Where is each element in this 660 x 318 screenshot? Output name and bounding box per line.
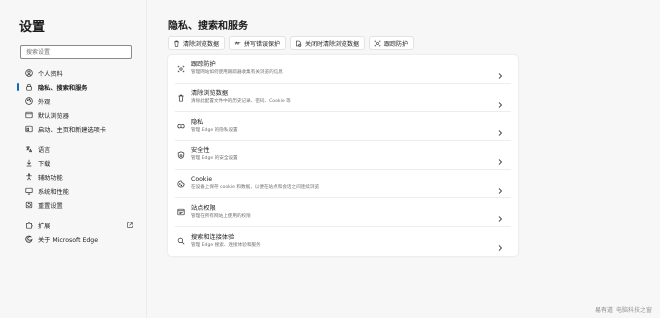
row-title: 清除浏览数据: [191, 90, 229, 98]
clear-on-close-chip[interactable]: 关闭时清除浏览数据: [290, 36, 366, 50]
row-title: 安全性: [191, 147, 210, 155]
sidebar-item-about[interactable]: 关于 Microsoft Edge: [20, 232, 130, 246]
sidebar-item-label: 外观: [38, 98, 51, 106]
row-title: 站点权限: [191, 204, 216, 212]
sidebar-item-reset[interactable]: 重置设置: [20, 198, 130, 212]
typo-protection-chip[interactable]: 拼写错误保护: [229, 36, 287, 50]
edge-icon: [25, 235, 33, 243]
site-permissions-icon: [175, 206, 187, 218]
quick-actions: 清除浏览数据 拼写错误保护 关闭时清除浏览数据 跟踪防护: [168, 36, 415, 50]
chevron-right-icon: [497, 151, 503, 165]
browser-icon: [25, 111, 33, 119]
row-title: Cookie: [191, 176, 213, 184]
sidebar-item-label: 系统和性能: [38, 188, 69, 196]
profile-icon: [25, 69, 33, 77]
sidebar-item-label: 语言: [38, 146, 51, 154]
sidebar-item-language[interactable]: 语言: [20, 142, 130, 156]
chevron-right-icon: [497, 122, 503, 137]
sidebar-item-downloads[interactable]: 下载: [20, 156, 130, 170]
row-privacy[interactable]: 隐私 管理 Edge 的隐私设置: [175, 112, 511, 142]
sidebar: 设置 个人资料 隐私、搜索和服务 外观 默认浏览器 启动、主页和新建选项卡 语言…: [0, 0, 147, 318]
cookie-icon: [175, 178, 187, 190]
system-icon: [25, 187, 33, 195]
language-icon: [25, 145, 33, 153]
sidebar-item-label: 下载: [38, 160, 51, 168]
tracking-icon: [374, 40, 381, 47]
sidebar-item-extensions[interactable]: 扩展: [20, 218, 133, 232]
trash-icon: [175, 92, 187, 104]
search-settings-input[interactable]: [20, 45, 132, 59]
watermark: 易有道 电脑科技之窗: [595, 305, 652, 314]
row-description: 管理 Edge 的安全设置: [191, 156, 238, 162]
row-description: 管理 Edge 搜索、连接体验和服务: [191, 242, 261, 248]
sidebar-item-label: 个人资料: [38, 70, 63, 78]
chip-label: 拼写错误保护: [244, 40, 281, 48]
tracking-prevention-chip[interactable]: 跟踪防护: [369, 36, 415, 50]
sidebar-item-label: 默认浏览器: [38, 112, 69, 120]
sidebar-item-system[interactable]: 系统和性能: [20, 184, 130, 198]
chevron-right-icon: [497, 237, 503, 251]
trash-icon: [173, 40, 180, 47]
watermark-text: 电脑科技之窗: [615, 307, 652, 314]
home-icon: [25, 125, 33, 133]
sidebar-item-label: 扩展: [38, 222, 51, 230]
settings-card: 跟踪防护 管理网站如何使用跟踪器收集有关浏览的信息 清除浏览数据 清除此配置文件中的…: [168, 55, 518, 256]
watermark-brand: 易有道: [594, 307, 613, 314]
chip-label: 跟踪防护: [384, 40, 409, 48]
sidebar-title: 设置: [19, 20, 46, 35]
external-link-icon[interactable]: [126, 221, 134, 229]
sidebar-item-label: 关于 Microsoft Edge: [38, 236, 99, 244]
row-title: 搜索和连接体验: [191, 233, 235, 241]
row-title: 隐私: [191, 118, 204, 126]
row-clear-browsing-data[interactable]: 清除浏览数据 清除此配置文件中的历史记录、密码、Cookie 等: [175, 84, 511, 113]
privacy-icon: [175, 120, 187, 132]
sidebar-item-accessibility[interactable]: 辅助功能: [20, 170, 130, 184]
sidebar-item-label: 重置设置: [38, 202, 63, 210]
row-description: 管理网站如何使用跟踪器收集有关浏览的信息: [191, 70, 283, 76]
sidebar-item-label: 辅助功能: [38, 174, 63, 182]
chip-label: 关闭时清除浏览数据: [305, 40, 360, 48]
shield-icon: [175, 149, 187, 161]
row-security[interactable]: 安全性 管理 Edge 的安全设置: [175, 141, 511, 170]
chevron-right-icon: [497, 94, 503, 108]
clear-on-close-icon: [295, 40, 302, 47]
search-icon: [175, 235, 187, 247]
reset-icon: [25, 201, 33, 209]
tracking-icon: [175, 63, 187, 75]
sidebar-item-label: 启动、主页和新建选项卡: [38, 126, 107, 134]
row-description: 管理在所有网站上使用的权限: [191, 213, 251, 219]
row-search-services[interactable]: 搜索和连接体验 管理 Edge 搜索、连接体验和服务: [175, 227, 511, 256]
download-icon: [25, 159, 33, 167]
appearance-icon: [25, 97, 33, 105]
sidebar-item-privacy[interactable]: 隐私、搜索和服务: [17, 80, 130, 94]
row-cookie[interactable]: Cookie 在设备上保存 cookie 和数据，以便在站点和会话之间连续浏览: [175, 170, 511, 199]
chevron-right-icon: [497, 180, 503, 194]
lock-icon: [25, 83, 33, 91]
row-tracking-prevention[interactable]: 跟踪防护 管理网站如何使用跟踪器收集有关浏览的信息: [175, 55, 511, 84]
row-site-permissions[interactable]: 站点权限 管理在所有网站上使用的权限: [175, 198, 511, 228]
row-description: 在设备上保存 cookie 和数据，以便在站点和会话之间连续浏览: [191, 185, 320, 191]
page-title: 隐私、搜索和服务: [168, 21, 248, 32]
sidebar-item-startup[interactable]: 启动、主页和新建选项卡: [20, 122, 130, 136]
typo-icon: [234, 40, 241, 47]
row-description: 管理 Edge 的隐私设置: [191, 127, 238, 133]
sidebar-item-default-browser[interactable]: 默认浏览器: [20, 108, 130, 122]
chip-label: 清除浏览数据: [183, 40, 220, 48]
chevron-right-icon: [497, 208, 503, 223]
sidebar-item-appearance[interactable]: 外观: [20, 94, 130, 108]
sidebar-item-label: 隐私、搜索和服务: [38, 84, 88, 92]
sidebar-item-profile[interactable]: 个人资料: [20, 66, 130, 80]
puzzle-icon: [25, 221, 33, 229]
row-description: 清除此配置文件中的历史记录、密码、Cookie 等: [191, 99, 291, 105]
row-title: 跟踪防护: [191, 61, 216, 69]
clear-browsing-data-chip[interactable]: 清除浏览数据: [168, 36, 226, 50]
accessibility-icon: [25, 173, 33, 181]
chevron-right-icon: [497, 65, 503, 79]
